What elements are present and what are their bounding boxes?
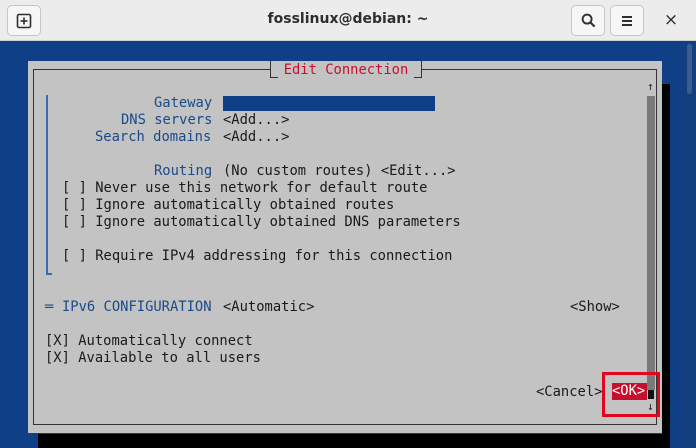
routing-edit-button[interactable]: (No custom routes) <Edit...> [223, 163, 456, 180]
routing-label: Routing [154, 163, 213, 179]
close-button[interactable]: × [660, 9, 682, 31]
terminal-scrollbar[interactable] [683, 41, 696, 448]
ipv6-configuration-label: IPv6 CONFIGURATION [62, 299, 212, 315]
menu-button[interactable] [610, 5, 644, 36]
ok-button-highlight [602, 372, 660, 417]
dialog-scroll-up-arrow[interactable]: ↑ [647, 80, 654, 93]
terminal-scrollbar-thumb[interactable] [687, 44, 692, 94]
dns-servers-label: DNS servers [121, 112, 213, 128]
dialog-scrollbar[interactable] [647, 96, 655, 390]
search-button[interactable] [571, 5, 605, 36]
ipv6-show-button[interactable]: <Show> [570, 299, 620, 316]
search-icon [581, 13, 595, 28]
ipv6-method-dropdown[interactable]: <Automatic> [223, 299, 314, 316]
dialog-title: Edit Connection [283, 62, 409, 78]
search-domains-label: Search domains [95, 129, 212, 145]
hamburger-menu-icon [622, 15, 632, 26]
auto-connect-checkbox[interactable]: [X] Automatically connect [45, 333, 253, 350]
cancel-button[interactable]: <Cancel> [536, 384, 602, 401]
window-titlebar: fosslinux@debian: ~ × [0, 0, 696, 41]
ignore-dns-checkbox[interactable]: [ ] Ignore automatically obtained DNS pa… [62, 214, 461, 231]
available-all-users-checkbox[interactable]: [X] Available to all users [45, 350, 261, 367]
dialog-shadow-bottom [38, 434, 670, 448]
gateway-label: Gateway [154, 95, 213, 111]
ipv4-section-bracket [46, 95, 54, 275]
gateway-input[interactable] [223, 96, 435, 111]
never-default-route-checkbox[interactable]: [ ] Never use this network for default r… [62, 180, 427, 197]
dns-add-button[interactable]: <Add...> [223, 112, 289, 129]
ignore-routes-checkbox[interactable]: [ ] Ignore automatically obtained routes [62, 197, 394, 214]
ipv4-section-bracket-end [46, 273, 52, 275]
dialog-shadow-right [662, 84, 670, 448]
dialog-title-box: Edit Connection [270, 61, 422, 79]
search-domains-add-button[interactable]: <Add...> [223, 129, 289, 146]
require-ipv4-checkbox[interactable]: [ ] Require IPv4 addressing for this con… [62, 248, 452, 265]
ipv6-collapse-marker[interactable]: ═ [45, 299, 53, 316]
